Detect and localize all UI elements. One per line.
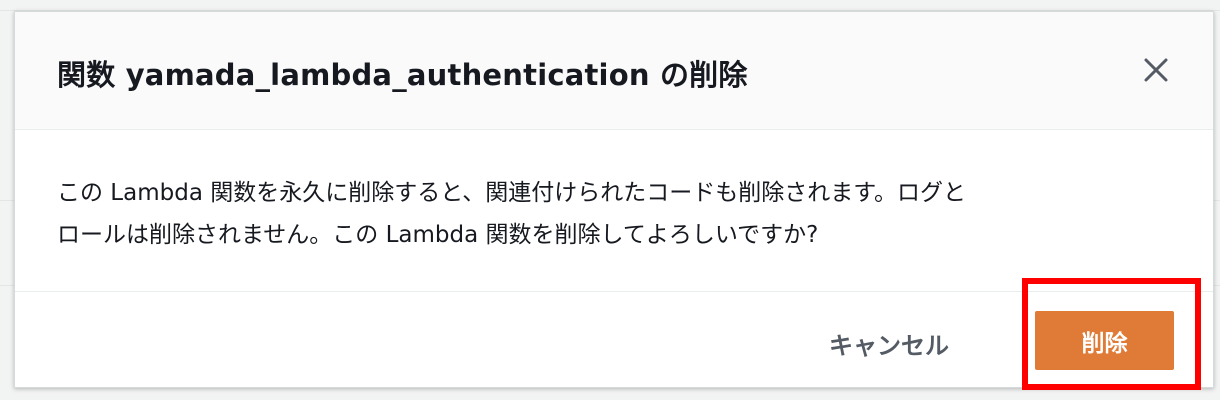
dialog-footer: キャンセル 削除 bbox=[15, 292, 1213, 387]
dialog-message: この Lambda 関数を永久に削除すると、関連付けられたコードも削除されます。… bbox=[57, 172, 1167, 256]
dialog-message-line-1: この Lambda 関数を永久に削除すると、関連付けられたコードも削除されます。… bbox=[57, 180, 967, 206]
dialog-message-line-2: ロールは削除されません。この Lambda 関数を削除してよろしいですか? bbox=[57, 222, 819, 248]
dialog-title: 関数 yamada_lambda_authentication の削除 bbox=[57, 58, 748, 92]
delete-function-dialog: 関数 yamada_lambda_authentication の削除 この L… bbox=[14, 11, 1214, 388]
delete-button[interactable]: 削除 bbox=[1035, 311, 1174, 370]
close-button[interactable] bbox=[1139, 53, 1173, 87]
close-icon bbox=[1144, 58, 1168, 82]
dialog-header: 関数 yamada_lambda_authentication の削除 bbox=[15, 12, 1213, 130]
dialog-body: この Lambda 関数を永久に削除すると、関連付けられたコードも削除されます。… bbox=[15, 130, 1213, 292]
cancel-button[interactable]: キャンセル bbox=[815, 323, 963, 363]
